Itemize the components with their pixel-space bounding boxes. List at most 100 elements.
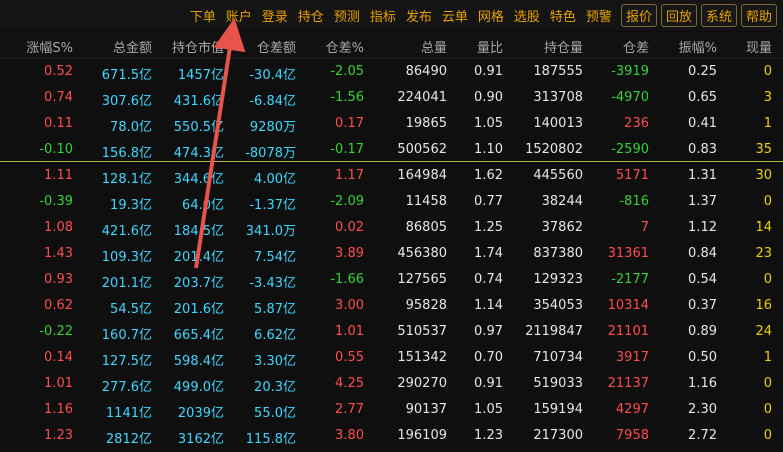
table-cell-涨幅S%: 0.11 — [44, 116, 73, 131]
table-cell-仓差: 7958 — [615, 428, 649, 443]
menu-item-2[interactable]: 登录 — [262, 6, 288, 25]
table-cell-仓差%: 0.55 — [335, 350, 364, 365]
menu-item-4[interactable]: 预测 — [334, 6, 360, 25]
table-cell-涨幅S%: -0.10 — [39, 142, 73, 157]
table-row[interactable]: 1.08 421.6亿 184.5亿 341.0万 0.02 86805 1.25 37862… — [0, 215, 783, 241]
table-row[interactable]: 0.14 127.5亿 598.4亿 3.30亿 0.55 151342 0.70 71073… — [0, 345, 783, 371]
table-cell-持仓市值: 431.6亿 — [173, 94, 224, 109]
table-cell-涨幅S%: 1.11 — [44, 168, 73, 183]
table-cell-量比: 0.90 — [474, 90, 503, 105]
toolbar-button-0[interactable]: 报价 — [620, 3, 657, 27]
table-cell-仓差额: 9280万 — [249, 120, 296, 135]
table-cell-现量: 23 — [755, 246, 772, 261]
table-cell-量比: 1.62 — [474, 168, 503, 183]
menu-item-6[interactable]: 发布 — [406, 6, 432, 25]
column-header-4[interactable]: 仓差% — [326, 37, 364, 56]
table-cell-振幅%: 2.72 — [688, 428, 717, 443]
table-cell-现量: 0 — [763, 64, 772, 79]
table-cell-总金额: 109.3亿 — [101, 250, 152, 265]
column-header-0[interactable]: 涨幅S% — [26, 37, 73, 56]
toolbar-button-3[interactable]: 帮助 — [740, 3, 777, 27]
table-cell-现量: 0 — [763, 272, 772, 287]
table-cell-涨幅S%: 1.23 — [44, 428, 73, 443]
table-cell-振幅%: 2.30 — [688, 402, 717, 417]
menu-item-3[interactable]: 持仓 — [298, 6, 324, 25]
table-cell-仓差: 10314 — [607, 298, 649, 313]
table-cell-仓差: -3919 — [611, 64, 649, 79]
table-cell-总金额: 160.7亿 — [101, 328, 152, 343]
table-cell-持仓量: 445560 — [533, 168, 583, 183]
table-cell-涨幅S%: 0.93 — [44, 272, 73, 287]
table-row[interactable]: 1.23 2812亿 3162亿 115.8亿 3.80 196109 1.23 217300… — [0, 423, 783, 449]
menu-item-11[interactable]: 预警 — [586, 6, 612, 25]
table-cell-量比: 0.77 — [474, 194, 503, 209]
table-cell-仓差%: -0.17 — [330, 142, 364, 157]
table-cell-持仓市值: 665.4亿 — [173, 328, 224, 343]
column-header-7[interactable]: 持仓量 — [544, 37, 583, 56]
table-row[interactable]: -0.39 19.3亿 64.0亿 -1.37亿 -2.09 11458 0.77 38244… — [0, 189, 783, 215]
quote-table-body: 0.52 671.5亿 1457亿 -30.4亿 -2.05 86490 0.91 18755… — [0, 59, 783, 449]
table-cell-总量: 19865 — [405, 116, 447, 131]
table-cell-总金额: 127.5亿 — [101, 354, 152, 369]
menu-item-9[interactable]: 选股 — [514, 6, 540, 25]
table-cell-现量: 3 — [763, 90, 772, 105]
toolbar-button-2[interactable]: 系统 — [700, 3, 737, 27]
table-cell-仓差: 5171 — [615, 168, 649, 183]
table-cell-仓差%: 1.01 — [335, 324, 364, 339]
menu-item-7[interactable]: 云单 — [442, 6, 468, 25]
table-cell-振幅%: 0.54 — [688, 272, 717, 287]
table-cell-现量: 24 — [755, 324, 772, 339]
column-header-10[interactable]: 现量 — [746, 37, 772, 56]
table-row[interactable]: 0.52 671.5亿 1457亿 -30.4亿 -2.05 86490 0.91 18755… — [0, 59, 783, 85]
table-cell-仓差: 236 — [624, 116, 649, 131]
table-cell-现量: 0 — [763, 376, 772, 391]
table-row[interactable]: 0.93 201.1亿 203.7亿 -3.43亿 -1.66 127565 0.74 129… — [0, 267, 783, 293]
table-cell-振幅%: 0.89 — [688, 324, 717, 339]
table-cell-仓差%: 4.25 — [335, 376, 364, 391]
table-row[interactable]: -0.22 160.7亿 665.4亿 6.62亿 1.01 510537 0.97 2119… — [0, 319, 783, 345]
table-row[interactable]: 0.11 78.0亿 550.5亿 9280万 0.17 19865 1.05 140013 2… — [0, 111, 783, 137]
table-row[interactable]: 0.74 307.6亿 431.6亿 -6.84亿 -1.56 224041 0.90 313… — [0, 85, 783, 111]
table-cell-涨幅S%: 0.62 — [44, 298, 73, 313]
table-cell-振幅%: 0.50 — [688, 350, 717, 365]
table-cell-量比: 1.25 — [474, 220, 503, 235]
table-cell-持仓市值: 598.4亿 — [173, 354, 224, 369]
table-cell-仓差额: 3.30亿 — [254, 354, 296, 369]
table-row[interactable]: 1.16 1141亿 2039亿 55.0亿 2.77 90137 1.05 159194 42… — [0, 397, 783, 423]
table-cell-持仓量: 519033 — [533, 376, 583, 391]
table-row[interactable]: -0.10 156.8亿 474.3亿 -8078万 -0.17 500562 1.10 15… — [0, 137, 783, 163]
column-header-5[interactable]: 总量 — [421, 37, 447, 56]
table-cell-持仓量: 710734 — [533, 350, 583, 365]
table-cell-总金额: 128.1亿 — [101, 172, 152, 187]
table-cell-持仓量: 1520802 — [525, 142, 583, 157]
column-header-3[interactable]: 仓差额 — [257, 37, 296, 56]
menu-item-0[interactable]: 下单 — [190, 6, 216, 25]
column-header-1[interactable]: 总金额 — [113, 37, 152, 56]
menu-item-8[interactable]: 网格 — [478, 6, 504, 25]
table-cell-量比: 1.14 — [474, 298, 503, 313]
column-header-9[interactable]: 振幅% — [679, 37, 717, 56]
table-cell-总金额: 201.1亿 — [101, 276, 152, 291]
column-header-6[interactable]: 量比 — [477, 37, 503, 56]
table-row[interactable]: 0.62 54.5亿 201.6亿 5.87亿 3.00 95828 1.14 354053 1… — [0, 293, 783, 319]
menu-item-1[interactable]: 账户 — [226, 6, 252, 25]
table-cell-仓差: 3917 — [615, 350, 649, 365]
column-header-8[interactable]: 仓差 — [623, 37, 649, 56]
menu-item-5[interactable]: 指标 — [370, 6, 396, 25]
table-cell-仓差额: -30.4亿 — [249, 68, 296, 83]
table-row[interactable]: 1.01 277.6亿 499.0亿 20.3亿 4.25 290270 0.91 51903… — [0, 371, 783, 397]
table-cell-总量: 196109 — [397, 428, 447, 443]
table-cell-持仓量: 313708 — [533, 90, 583, 105]
table-cell-现量: 1 — [763, 350, 772, 365]
table-cell-持仓市值: 64.0亿 — [182, 198, 224, 213]
column-header-2[interactable]: 持仓市值 — [172, 37, 224, 56]
menu-item-10[interactable]: 特色 — [550, 6, 576, 25]
table-cell-仓差: -816 — [619, 194, 649, 209]
table-row[interactable]: 1.11 128.1亿 344.6亿 4.00亿 1.17 164984 1.62 44556… — [0, 163, 783, 189]
table-cell-持仓市值: 474.3亿 — [173, 146, 224, 161]
table-row[interactable]: 1.43 109.3亿 201.4亿 7.54亿 3.89 456380 1.74 83738… — [0, 241, 783, 267]
table-cell-持仓市值: 3162亿 — [177, 432, 224, 447]
table-cell-量比: 1.10 — [474, 142, 503, 157]
table-cell-仓差%: 0.17 — [335, 116, 364, 131]
toolbar-button-1[interactable]: 回放 — [660, 3, 697, 27]
